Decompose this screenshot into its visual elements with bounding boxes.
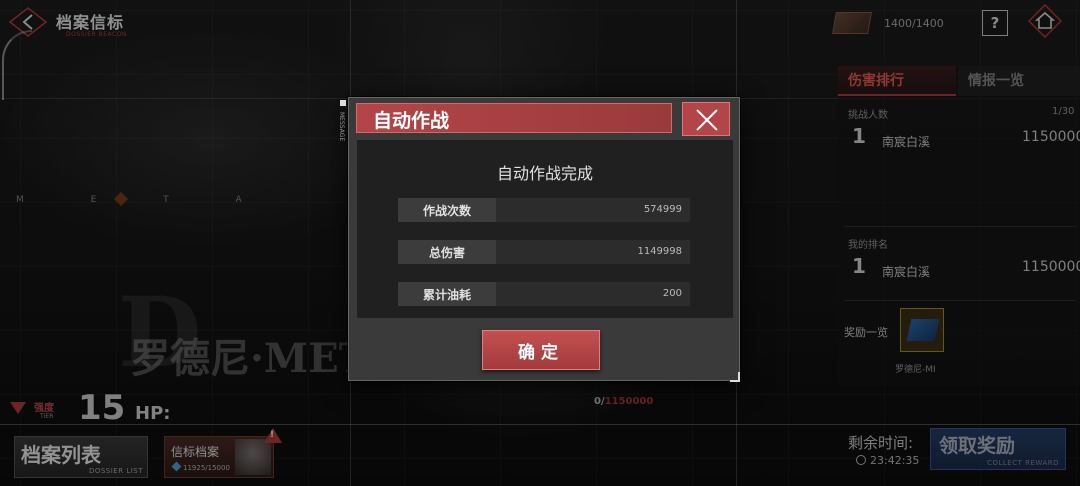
- stat-row-fuel-cost: 累计油耗 200: [398, 282, 690, 306]
- stat-label: 作战次数: [398, 198, 496, 222]
- dialog-message: 自动作战完成: [496, 164, 593, 183]
- stat-label: 总伤害: [398, 240, 496, 264]
- confirm-button[interactable]: 确定: [482, 330, 600, 370]
- dialog-header: 自动作战: [356, 103, 672, 133]
- dialog-corner-mark: [340, 100, 346, 106]
- confirm-label: 确定: [518, 343, 564, 363]
- dialog-title: 自动作战: [373, 110, 450, 132]
- stat-value: 1149998: [637, 246, 682, 257]
- stat-value: 574999: [643, 204, 682, 215]
- close-icon: [696, 109, 718, 131]
- stat-value: 200: [662, 288, 682, 299]
- close-button[interactable]: [682, 102, 730, 136]
- dialog-side-tag: MESSAGE: [338, 112, 345, 142]
- stat-row-battle-count: 作战次数 574999: [398, 198, 690, 222]
- dialog-corner-mark: [730, 372, 740, 382]
- stat-row-total-damage: 总伤害 1149998: [398, 240, 690, 264]
- stat-label: 累计油耗: [398, 282, 496, 306]
